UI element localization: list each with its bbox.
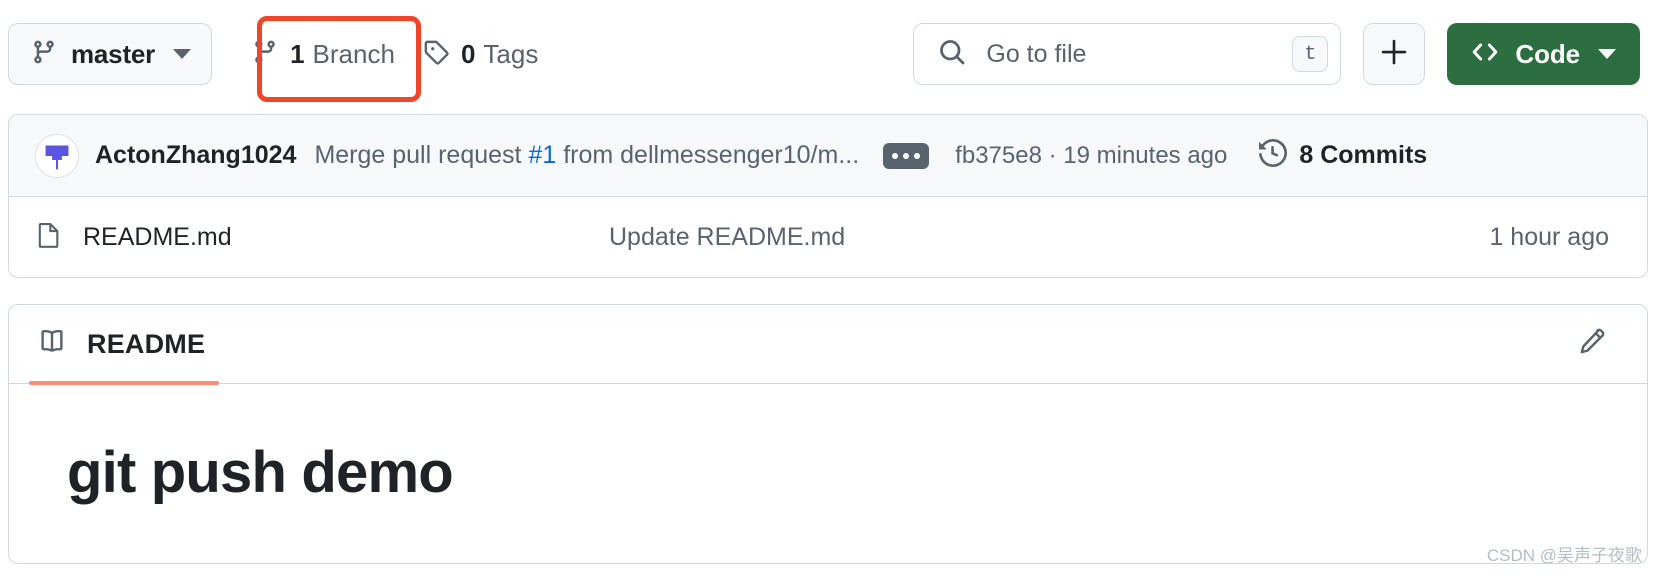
readme-card: README git push demo xyxy=(8,304,1648,564)
book-icon xyxy=(37,327,67,362)
add-file-button[interactable] xyxy=(1363,23,1426,85)
dot xyxy=(914,152,921,159)
avatar[interactable] xyxy=(35,133,79,178)
meta-separator: · xyxy=(1041,141,1064,169)
pull-request-link[interactable]: #1 xyxy=(528,141,556,169)
readme-header: README xyxy=(9,305,1647,385)
commit-message-suffix: from dellmessenger10/m... xyxy=(556,141,860,169)
tags-metric[interactable]: 0 Tags xyxy=(409,31,552,78)
file-modified-time: 1 hour ago xyxy=(1489,222,1609,251)
readme-header-divider xyxy=(9,383,1647,384)
commit-message-prefix: Merge pull request xyxy=(314,141,529,169)
table-row: README.md Update README.md 1 hour ago xyxy=(9,197,1647,277)
go-to-file-placeholder: Go to file xyxy=(986,39,1087,68)
commit-message: Merge pull request #1 from dellmessenger… xyxy=(314,141,859,170)
git-branch-icon xyxy=(31,39,57,70)
branches-label: Branch xyxy=(312,38,395,69)
branches-count: 1 xyxy=(290,38,305,69)
commit-sha[interactable]: fb375e8 xyxy=(955,142,1042,169)
edit-readme-button[interactable] xyxy=(1567,320,1615,368)
tab-readme[interactable]: README xyxy=(37,305,223,383)
repo-metrics: 1 Branch 0 Tags xyxy=(238,31,552,78)
commit-meta: fb375e8 · 19 minutes ago xyxy=(955,142,1227,170)
tags-label: Tags xyxy=(483,38,539,69)
latest-commit-row: ActonZhang1024 Merge pull request #1 fro… xyxy=(9,115,1647,197)
file-name-link[interactable]: README.md xyxy=(83,223,232,252)
code-brackets-icon xyxy=(1471,38,1499,71)
readme-content: git push demo xyxy=(9,383,1647,505)
code-button[interactable]: Code xyxy=(1447,23,1640,85)
branches-metric[interactable]: 1 Branch xyxy=(238,31,409,78)
code-button-label: Code xyxy=(1515,38,1580,69)
chevron-down-icon xyxy=(1598,49,1616,59)
pencil-icon xyxy=(1576,327,1606,362)
file-commit-message[interactable]: Update README.md xyxy=(609,223,1489,252)
file-icon xyxy=(35,221,63,254)
active-tab-indicator xyxy=(29,381,219,385)
readme-heading: git push demo xyxy=(67,440,454,505)
history-clock-icon xyxy=(1259,138,1288,172)
branch-selector[interactable]: master xyxy=(8,23,213,85)
commits-history-link[interactable]: 8 Commits xyxy=(1259,138,1428,172)
commit-author-link[interactable]: ActonZhang1024 xyxy=(95,141,296,170)
tags-count: 0 xyxy=(460,38,476,69)
file-listing-card: ActonZhang1024 Merge pull request #1 fro… xyxy=(8,114,1648,278)
git-branch-icon xyxy=(252,39,278,70)
watermark: CSDN @吴声子夜歌 xyxy=(1486,546,1642,565)
commits-count-label: 8 Commits xyxy=(1299,141,1428,169)
plus-icon xyxy=(1380,38,1408,71)
commit-relative-time: 19 minutes ago xyxy=(1063,141,1228,169)
search-shortcut-key: t xyxy=(1292,36,1329,72)
branch-name-label: master xyxy=(71,38,156,69)
repo-toolbar: master 1 Branch 0 Tags Go to file t Code xyxy=(0,0,1656,108)
chevron-down-icon xyxy=(173,49,192,59)
search-icon xyxy=(938,38,966,71)
tag-icon xyxy=(423,39,449,70)
ellipsis-icon[interactable] xyxy=(883,142,930,169)
go-to-file-input[interactable]: Go to file t xyxy=(913,23,1342,85)
file-name-cell: README.md xyxy=(35,221,609,254)
readme-tab-label: README xyxy=(87,328,206,359)
dot xyxy=(892,152,899,159)
dot xyxy=(903,152,910,159)
